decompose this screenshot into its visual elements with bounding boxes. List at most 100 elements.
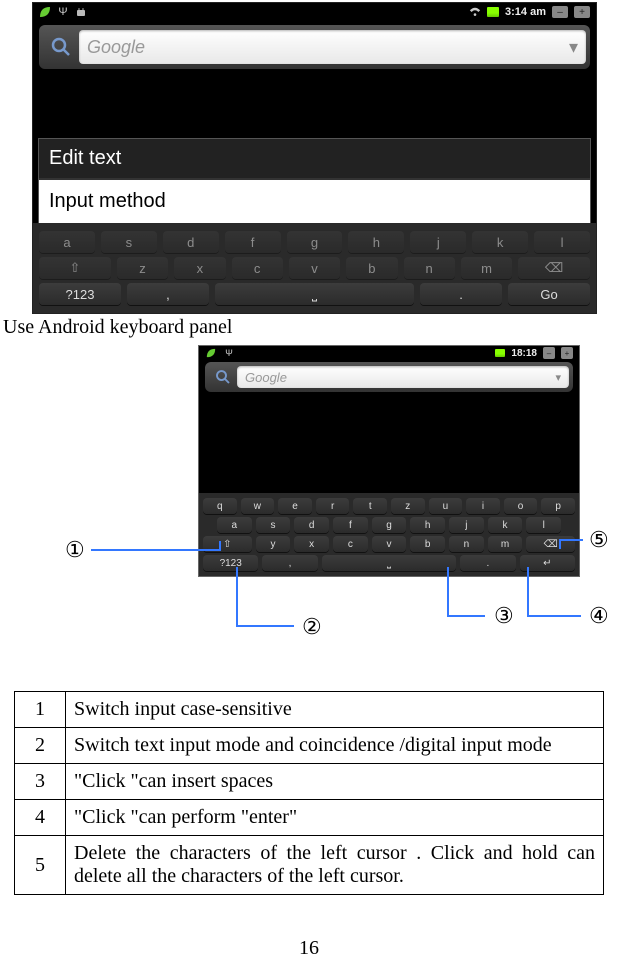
key-m[interactable]: m — [461, 257, 512, 279]
table-row: 5Delete the characters of the left curso… — [15, 836, 604, 895]
callout-line — [236, 567, 238, 625]
key-comma[interactable]: , — [127, 283, 209, 305]
key-v[interactable]: v — [289, 257, 340, 279]
key-b[interactable]: b — [410, 536, 445, 552]
caption: Use Android keyboard panel — [3, 316, 618, 339]
key-r[interactable]: r — [316, 498, 350, 514]
callout-line — [447, 567, 449, 617]
status-bar: Ψ 3:14 am – + — [33, 3, 596, 21]
callout-1: ① — [65, 537, 85, 563]
vol-down-icon: – — [552, 6, 568, 18]
key-period[interactable]: . — [460, 555, 515, 571]
key-k[interactable]: k — [472, 231, 528, 253]
key-h[interactable]: h — [348, 231, 404, 253]
callout-line — [91, 549, 219, 551]
callout-line — [447, 615, 485, 617]
key-c[interactable]: c — [232, 257, 283, 279]
key-k[interactable]: k — [488, 517, 523, 533]
callout-line — [219, 541, 221, 551]
key-sym[interactable]: ?123 — [39, 283, 121, 305]
dialog-title: Edit text — [39, 139, 590, 180]
key-space[interactable]: ⎵ — [322, 555, 456, 571]
context-dialog: Edit text Input method — [39, 139, 590, 223]
key-c[interactable]: c — [333, 536, 368, 552]
key-n[interactable]: n — [404, 257, 455, 279]
dialog-item-input-method[interactable]: Input method — [39, 180, 590, 223]
clock: 3:14 am — [505, 6, 546, 18]
key-sym[interactable]: ?123 — [203, 555, 258, 571]
usb-icon: Ψ — [57, 6, 69, 18]
status-bar-2: Ψ 18:18 – + — [199, 346, 579, 360]
key-e[interactable]: e — [278, 498, 312, 514]
leaf-icon — [205, 347, 217, 359]
vol-down-icon: – — [543, 347, 555, 359]
search-icon[interactable] — [47, 33, 75, 61]
key-n[interactable]: n — [449, 536, 484, 552]
key-j[interactable]: j — [410, 231, 466, 253]
key-i[interactable]: i — [466, 498, 500, 514]
search-bar[interactable]: Google▾ — [39, 25, 590, 69]
key-f[interactable]: f — [225, 231, 281, 253]
key-x[interactable]: x — [294, 536, 329, 552]
callout-3: ③ — [494, 603, 514, 629]
battery-icon — [495, 349, 505, 357]
key-d[interactable]: d — [163, 231, 219, 253]
wifi-icon — [469, 6, 481, 18]
key-v[interactable]: v — [372, 536, 407, 552]
annotated-keyboard-figure: Ψ 18:18 – + Google▾ q w e r — [9, 345, 609, 655]
callout-5: ⑤ — [589, 527, 609, 553]
search-icon[interactable] — [213, 367, 233, 387]
key-j[interactable]: j — [449, 517, 484, 533]
key-f[interactable]: f — [333, 517, 368, 533]
key-comma[interactable]: , — [262, 555, 317, 571]
key-y[interactable]: y — [256, 536, 291, 552]
key-u[interactable]: u — [429, 498, 463, 514]
key-backspace[interactable]: ⌫ — [518, 257, 590, 279]
table-row: 4"Click "can perform "enter" — [15, 800, 604, 836]
key-a[interactable]: a — [39, 231, 95, 253]
search-input[interactable]: Google▾ — [79, 30, 586, 64]
key-x[interactable]: x — [174, 257, 225, 279]
key-m[interactable]: m — [488, 536, 523, 552]
callout-line — [559, 539, 583, 541]
android-icon — [75, 6, 87, 18]
key-go[interactable]: Go — [508, 283, 590, 305]
key-p[interactable]: p — [541, 498, 575, 514]
table-row: 2Switch text input mode and coincidence … — [15, 728, 604, 764]
key-d[interactable]: d — [294, 517, 329, 533]
key-period[interactable]: . — [420, 283, 502, 305]
key-g[interactable]: g — [287, 231, 343, 253]
vol-up-icon: + — [561, 347, 573, 359]
callout-line — [236, 625, 294, 627]
key-b[interactable]: b — [346, 257, 397, 279]
key-h[interactable]: h — [410, 517, 445, 533]
key-o[interactable]: o — [504, 498, 538, 514]
screenshot-keyboard: Ψ 18:18 – + Google▾ q w e r — [198, 345, 580, 577]
leaf-icon — [39, 6, 51, 18]
callout-line — [527, 567, 529, 617]
key-a[interactable]: a — [217, 517, 252, 533]
key-s[interactable]: s — [101, 231, 157, 253]
key-s[interactable]: s — [256, 517, 291, 533]
key-space[interactable]: ⎵ — [215, 283, 414, 305]
key-w[interactable]: w — [241, 498, 275, 514]
callout-4: ④ — [589, 603, 609, 629]
key-q[interactable]: q — [203, 498, 237, 514]
key-l[interactable]: l — [526, 517, 561, 533]
search-bar-2[interactable]: Google▾ — [205, 362, 573, 392]
table-row: 1Switch input case-sensitive — [15, 692, 604, 728]
vol-up-icon: + — [574, 6, 590, 18]
key-z[interactable]: z — [117, 257, 168, 279]
key-z[interactable]: z — [391, 498, 425, 514]
search-input-2[interactable]: Google▾ — [237, 366, 569, 388]
keyboard-2: q w e r t z u i o p a s d f g h — [199, 493, 579, 576]
key-t[interactable]: t — [353, 498, 387, 514]
callout-line — [527, 615, 581, 617]
screenshot-edit-text: Ψ 3:14 am – + Google▾ Edit text Input me… — [32, 2, 597, 314]
battery-icon — [487, 7, 499, 17]
keyboard: a s d f g h j k l ⇧ z x c v b n m ⌫ — [33, 223, 596, 313]
key-shift[interactable]: ⇧ — [39, 257, 111, 279]
key-g[interactable]: g — [372, 517, 407, 533]
key-l[interactable]: l — [534, 231, 590, 253]
usb-icon: Ψ — [223, 347, 235, 359]
